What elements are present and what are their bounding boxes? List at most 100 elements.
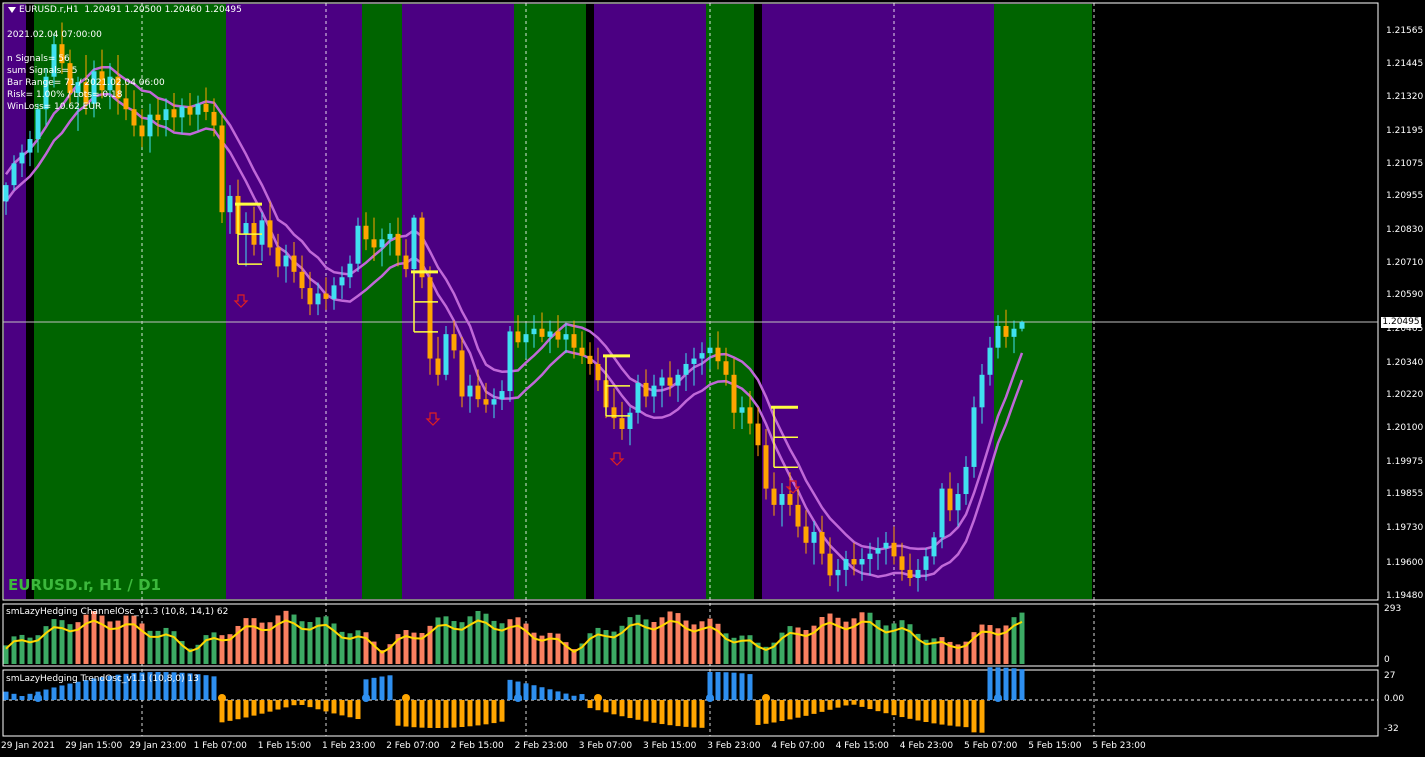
channel-osc-bar [355,630,361,664]
candle-body [875,548,881,554]
channel-osc-bar [667,611,673,664]
candle-body [931,537,937,557]
candle-body [971,407,977,467]
time-axis-label: 29 Jan 2021 [1,741,55,751]
trend-cross-dot [994,694,1002,702]
candle-body [579,347,585,356]
candle-body [547,331,553,337]
channel-osc-axis-bottom: 0 [1384,655,1390,665]
candle-body [827,553,833,576]
info-sum-signals: sum Signals= 5 [7,66,78,76]
channel-osc-bar [251,618,257,664]
zone-3 [362,4,402,599]
candle-body [707,347,713,354]
time-axis-label: 2 Feb 07:00 [386,741,440,751]
candle-body [771,488,777,505]
trend-osc-bar-down [795,700,801,718]
trend-osc-axis-mid: 0.00 [1384,694,1405,704]
trend-osc-bar-up [43,689,49,700]
candle-body [995,326,1001,348]
trend-osc-bar-up [75,681,81,700]
candle-body [411,217,417,270]
collapse-triangle-icon[interactable] [8,6,16,13]
chart-canvas[interactable] [0,0,1425,757]
candle-body [955,494,961,511]
trend-osc-bar-down [787,700,793,720]
trend-osc-bar-up [387,675,393,700]
candle-body [275,247,281,267]
channel-osc-bar [827,613,833,664]
trend-osc-bar-down [827,700,833,710]
candle-body [923,556,929,570]
price-axis-label: 1.20590 [1386,290,1424,301]
candle-body [403,255,409,270]
candle-body [19,152,25,164]
candle-body [739,407,745,413]
trend-osc-bar-down [259,700,265,714]
trend-cross-dot [218,694,226,702]
channel-osc-bar [595,627,601,664]
candle-body [683,363,689,375]
trend-cross-dot [514,694,522,702]
price-axis-label: 1.20830 [1386,225,1424,236]
candle-body [571,334,577,348]
candle-body [515,331,521,343]
trend-osc-bar-down [971,700,977,733]
candle-body [667,377,673,386]
time-axis-label: 29 Jan 15:00 [65,741,123,751]
channel-osc-bar [867,612,873,664]
time-axis-label: 3 Feb 15:00 [643,741,697,751]
trend-osc-bar-down [419,700,425,728]
channel-osc-label: smLazyHedging ChannelOsc_v1.3 (10,8, 14,… [6,607,229,617]
price-axis-label: 1.21075 [1386,158,1424,169]
trend-osc-bar-down [835,700,841,708]
trend-osc-bar-down [475,700,481,726]
candle-body [379,239,385,248]
candle-body [187,106,193,115]
channel-osc-bar [515,617,521,664]
trend-osc-bar-up [379,676,385,700]
trend-osc-bar-down [875,700,881,712]
candle-body [595,363,601,381]
candle-body [219,125,225,213]
candle-body [1019,321,1025,329]
candle-body [723,361,729,375]
channel-osc-bar [859,612,865,664]
candle-body [1011,328,1017,337]
trend-osc-bar-down [923,700,929,722]
candle-body [147,114,153,137]
price-axis-label: 1.19600 [1386,558,1424,569]
price-axis-label: 1.20220 [1386,390,1424,401]
info-winloss: WinLoss= 10.62 EUR [7,102,102,112]
candle-body [499,391,505,400]
trend-osc-bar-down [243,700,249,718]
trend-osc-bar-down [979,700,985,733]
candle-body [355,225,361,264]
channel-osc-bar [59,620,65,664]
trend-osc-bar-down [275,700,281,710]
candle-body [483,399,489,405]
current-price-tag: 1.20495 [1381,317,1421,328]
candle-body [539,328,545,337]
trend-osc-bar-up [19,696,25,700]
trend-cross-dot [594,694,602,702]
time-axis-label: 4 Feb 23:00 [899,741,954,751]
trend-osc-bar-down [891,700,897,716]
price-axis-label: 1.21320 [1386,92,1424,103]
trend-osc-bar-down [811,700,817,714]
candle-body [395,233,401,256]
zone-5 [514,4,586,599]
candle-body [139,125,145,137]
candle-body [939,488,945,538]
price-axis-label: 1.20340 [1386,357,1424,368]
zone-7 [706,4,754,599]
channel-osc-bar [787,626,793,664]
trend-osc-bar-down [907,700,913,719]
trend-osc-bar-down [675,700,681,727]
trend-osc-bar-down [803,700,809,716]
candle-body [979,374,985,408]
trend-osc-bar-down [851,700,857,705]
trend-osc-bar-down [819,700,825,712]
candle-body [195,103,201,115]
trend-osc-bar-down [643,700,649,722]
